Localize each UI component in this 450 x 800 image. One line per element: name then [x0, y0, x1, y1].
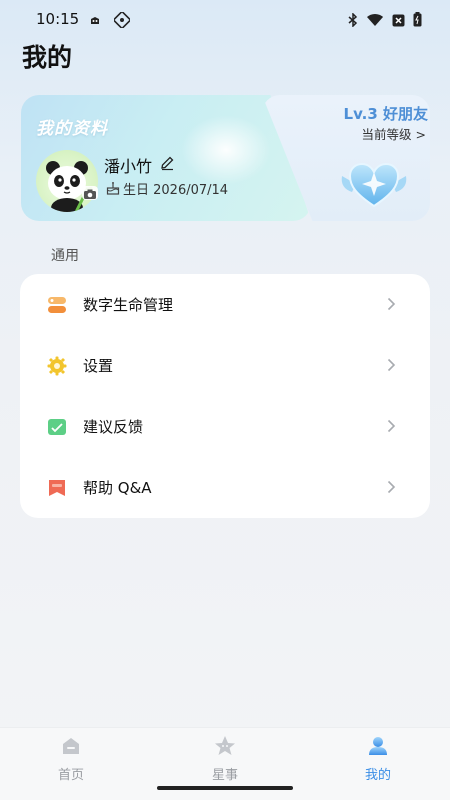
nav-label: 我的	[364, 768, 391, 783]
menu-item-help[interactable]: 帮助 Q&A	[20, 457, 430, 518]
help-bookmark-icon	[46, 477, 68, 499]
app-icon	[112, 10, 132, 30]
menu-item-digital-life[interactable]: 数字生命管理	[20, 274, 430, 335]
notification-icon	[89, 12, 103, 26]
status-icons	[348, 12, 422, 31]
edit-icon[interactable]	[159, 155, 175, 175]
menu-card: 数字生命管理 设置 建议反馈 帮助 Q&A	[20, 274, 430, 518]
bluetooth-icon	[348, 12, 358, 31]
chevron-right-icon	[387, 418, 396, 437]
avatar[interactable]	[36, 150, 98, 212]
birthday-cake-icon	[106, 180, 120, 199]
birthday-text: 生日 2026/07/14	[123, 183, 229, 198]
star-icon	[213, 734, 237, 758]
nav-tab-star[interactable]: 星事	[185, 734, 265, 784]
chevron-right-icon	[387, 357, 396, 376]
panda-avatar-icon	[46, 161, 93, 212]
heart-badge-icon	[338, 158, 410, 214]
profile-card-title: 我的资料	[36, 119, 108, 139]
camera-icon[interactable]	[82, 186, 98, 200]
level-title: Lv.3 好朋友	[343, 105, 428, 123]
menu-item-feedback[interactable]: 建议反馈	[20, 396, 430, 457]
chevron-right-icon	[387, 479, 396, 498]
menu-label: 数字生命管理	[83, 296, 174, 314]
username: 潘小竹	[104, 157, 153, 176]
nav-tab-home[interactable]: 首页	[31, 734, 111, 784]
nav-label: 首页	[57, 768, 84, 783]
nav-tab-mine[interactable]: 我的	[338, 734, 418, 784]
card-glow	[181, 115, 271, 185]
menu-label: 设置	[83, 357, 114, 375]
page-title: 我的	[22, 43, 73, 72]
nav-label: 星事	[211, 768, 238, 783]
section-label-general: 通用	[51, 248, 79, 264]
settings-gear-icon	[46, 355, 68, 377]
no-sim-icon	[392, 12, 405, 31]
status-bar: 10:15	[0, 0, 450, 38]
battery-icon	[413, 12, 422, 31]
status-time: 10:15	[36, 10, 80, 28]
profile-icon	[366, 734, 390, 758]
digital-life-icon	[46, 294, 68, 316]
menu-label: 帮助 Q&A	[83, 479, 152, 497]
chevron-right-icon	[387, 296, 396, 315]
wifi-icon	[366, 12, 384, 31]
home-icon	[59, 734, 83, 758]
feedback-icon	[46, 416, 68, 438]
home-indicator[interactable]	[157, 786, 293, 790]
menu-item-settings[interactable]: 设置	[20, 335, 430, 396]
menu-label: 建议反馈	[83, 418, 144, 436]
level-subtitle[interactable]: 当前等级 >	[362, 124, 426, 143]
